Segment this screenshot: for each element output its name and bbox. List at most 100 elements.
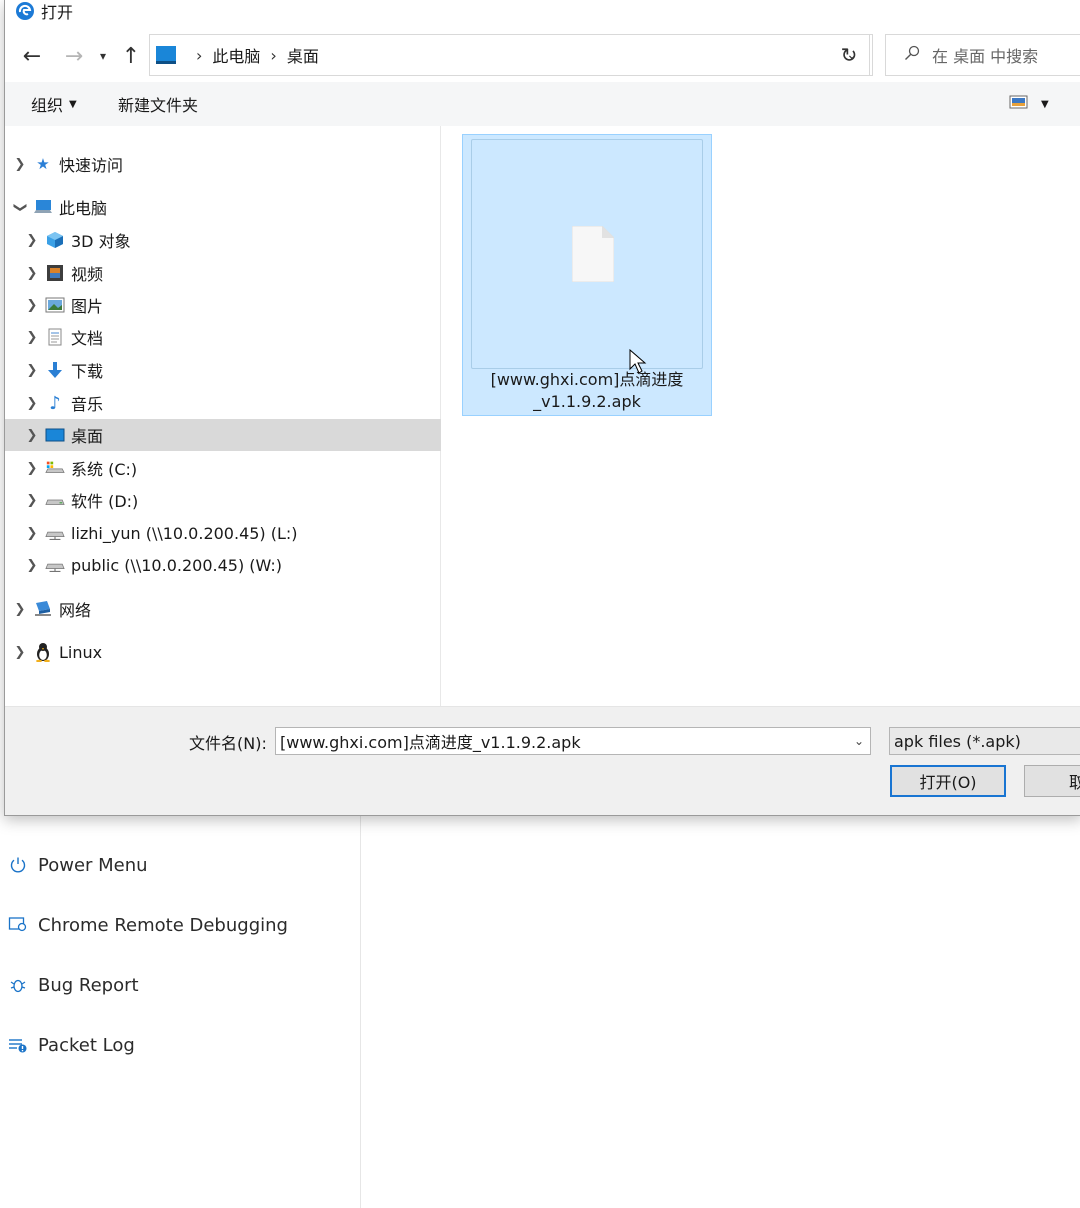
nav-item-desktop[interactable]: ❯ 桌面 — [5, 419, 454, 451]
refresh-button[interactable]: ↻ — [829, 34, 870, 76]
arrow-left-icon: ← — [22, 43, 42, 69]
chevron-right-icon: ❯ — [26, 265, 38, 281]
network-icon — [33, 599, 53, 619]
chevron-right-icon: ❯ — [26, 460, 38, 476]
power-icon — [6, 853, 30, 877]
nav-item-3d-objects[interactable]: ❯ 3D 对象 — [5, 224, 454, 256]
mouse-cursor-icon — [629, 349, 647, 374]
nav-item-label: 快速访问 — [59, 156, 124, 175]
nav-item-label: 系统 (C:) — [71, 460, 138, 479]
dialog-footer: 文件名(N): [www.ghxi.com]点滴进度_v1.1.9.2.apk … — [5, 706, 1080, 815]
drive-icon — [45, 458, 65, 478]
chevron-right-icon: ❯ — [26, 525, 38, 541]
filename-value: [www.ghxi.com]点滴进度_v1.1.9.2.apk — [280, 733, 581, 752]
new-folder-button[interactable]: 新建文件夹 — [118, 82, 198, 126]
file-type-select[interactable]: apk files (*.apk) — [889, 727, 1080, 755]
sidebar-item-label: Packet Log — [38, 1034, 135, 1056]
chevron-right-icon: ❯ — [26, 297, 38, 313]
download-icon — [45, 360, 65, 380]
nav-item-videos[interactable]: ❯ 视频 — [5, 257, 454, 289]
nav-item-network[interactable]: ❯ 网络 — [5, 593, 442, 625]
cube-icon — [45, 230, 65, 250]
file-name-label: [www.ghxi.com]点滴进度 _v1.1.9.2.apk — [463, 369, 711, 413]
address-bar[interactable]: › 此电脑 › 桌面 ⌄ — [149, 34, 873, 76]
file-list-pane[interactable]: [www.ghxi.com]点滴进度 _v1.1.9.2.apk — [441, 126, 1080, 706]
open-file-dialog: 打开 ← → ▾ ↑ › 此电脑 › 桌面 ⌄ ↻ 在 桌面 中搜索 组织 ▼ … — [4, 0, 1080, 816]
sidebar-item-bug-report[interactable]: Bug Report — [6, 970, 139, 1000]
nav-item-label: 图片 — [71, 297, 104, 316]
sidebar-item-power-menu[interactable]: Power Menu — [6, 850, 148, 880]
nav-item-label: 文档 — [71, 329, 104, 348]
filename-input[interactable]: [www.ghxi.com]点滴进度_v1.1.9.2.apk ⌄ — [275, 727, 871, 755]
organize-label: 组织 — [31, 96, 64, 115]
arrow-up-icon: ↑ — [121, 43, 141, 69]
nav-item-label: 视频 — [71, 265, 104, 284]
open-button[interactable]: 打开(O) — [890, 765, 1006, 797]
sidebar-item-label: Bug Report — [38, 974, 139, 996]
command-toolbar: 组织 ▼ 新建文件夹 ▼ — [5, 82, 1080, 127]
recent-locations-button[interactable]: ▾ — [93, 34, 113, 78]
nav-item-label: 3D 对象 — [71, 232, 131, 251]
file-name-line-2: _v1.1.9.2.apk — [533, 392, 641, 411]
edge-logo-icon — [15, 1, 35, 21]
search-placeholder: 在 桌面 中搜索 — [932, 47, 1039, 66]
organize-button[interactable]: 组织 ▼ — [31, 82, 77, 126]
forward-button[interactable]: → — [59, 34, 89, 78]
nav-item-network-drive-w[interactable]: ❯ public (\\10.0.200.45) (W:) — [5, 549, 454, 581]
cancel-button[interactable]: 取 — [1024, 765, 1080, 797]
chevron-right-icon: ❯ — [26, 232, 38, 248]
nav-item-documents[interactable]: ❯ 文档 — [5, 321, 454, 353]
nav-item-label: 桌面 — [71, 427, 104, 446]
nav-item-linux[interactable]: ❯ Linux — [5, 636, 442, 668]
nav-item-quick-access[interactable]: ❯ ★ 快速访问 — [5, 148, 442, 180]
breadcrumb-this-pc[interactable]: 此电脑 — [212, 43, 260, 67]
new-folder-label: 新建文件夹 — [118, 96, 199, 115]
breadcrumb-desktop[interactable]: 桌面 — [287, 43, 319, 67]
nav-item-label: 软件 (D:) — [71, 492, 139, 511]
network-drive-icon — [45, 523, 65, 543]
nav-item-label: public (\\10.0.200.45) (W:) — [71, 555, 283, 575]
chevron-right-icon: ❯ — [14, 644, 26, 660]
sidebar-item-packet-log[interactable]: Packet Log — [6, 1030, 135, 1060]
picture-icon — [45, 295, 65, 315]
computer-icon — [156, 46, 176, 64]
computer-icon — [33, 197, 53, 217]
chevron-right-icon: › — [270, 45, 277, 65]
file-name-line-1: [www.ghxi.com]点滴进度 — [490, 370, 684, 389]
chevron-right-icon: ❯ — [26, 427, 38, 443]
nav-item-music[interactable]: ❯ ♪ 音乐 — [5, 387, 454, 419]
arrow-right-icon: → — [64, 43, 84, 69]
chevron-right-icon: ❯ — [14, 601, 26, 617]
chevron-right-icon: ❯ — [26, 557, 38, 573]
chevron-right-icon: › — [196, 45, 203, 65]
music-icon: ♪ — [49, 392, 61, 414]
address-row: ← → ▾ ↑ › 此电脑 › 桌面 ⌄ ↻ 在 桌面 中搜索 — [5, 34, 1080, 78]
debug-icon — [6, 913, 30, 937]
star-icon: ★ — [36, 155, 50, 173]
nav-item-label: 此电脑 — [59, 199, 108, 218]
dialog-titlebar: 打开 — [5, 0, 1080, 22]
back-button[interactable]: ← — [17, 34, 47, 78]
chevron-right-icon: ❯ — [26, 395, 38, 411]
change-view-button[interactable]: ▼ — [1009, 82, 1049, 126]
search-input[interactable]: 在 桌面 中搜索 — [885, 34, 1080, 76]
file-type-value: apk files (*.apk) — [894, 731, 1021, 751]
file-item[interactable]: [www.ghxi.com]点滴进度 _v1.1.9.2.apk — [462, 134, 712, 416]
packet-log-icon — [6, 1033, 30, 1057]
nav-item-network-drive-l[interactable]: ❯ lizhi_yun (\\10.0.200.45) (L:) — [5, 517, 454, 549]
nav-item-drive-d[interactable]: ❯ 软件 (D:) — [5, 484, 454, 516]
file-generic-icon — [572, 226, 614, 282]
caret-down-icon: ▼ — [1041, 98, 1049, 110]
nav-item-drive-c[interactable]: ❯ 系统 (C:) — [5, 452, 454, 484]
chevron-down-icon[interactable]: ⌄ — [854, 734, 864, 748]
desktop-icon — [45, 425, 65, 445]
sidebar-item-chrome-remote-debugging[interactable]: Chrome Remote Debugging — [6, 910, 288, 940]
nav-item-label: Linux — [59, 642, 103, 662]
nav-item-downloads[interactable]: ❯ 下载 — [5, 354, 454, 386]
nav-item-this-pc[interactable]: ❯ 此电脑 — [5, 191, 442, 223]
search-icon — [904, 45, 920, 65]
chevron-right-icon: ❯ — [26, 362, 38, 378]
nav-item-pictures[interactable]: ❯ 图片 — [5, 289, 454, 321]
document-icon — [45, 327, 65, 347]
up-button[interactable]: ↑ — [117, 34, 145, 78]
